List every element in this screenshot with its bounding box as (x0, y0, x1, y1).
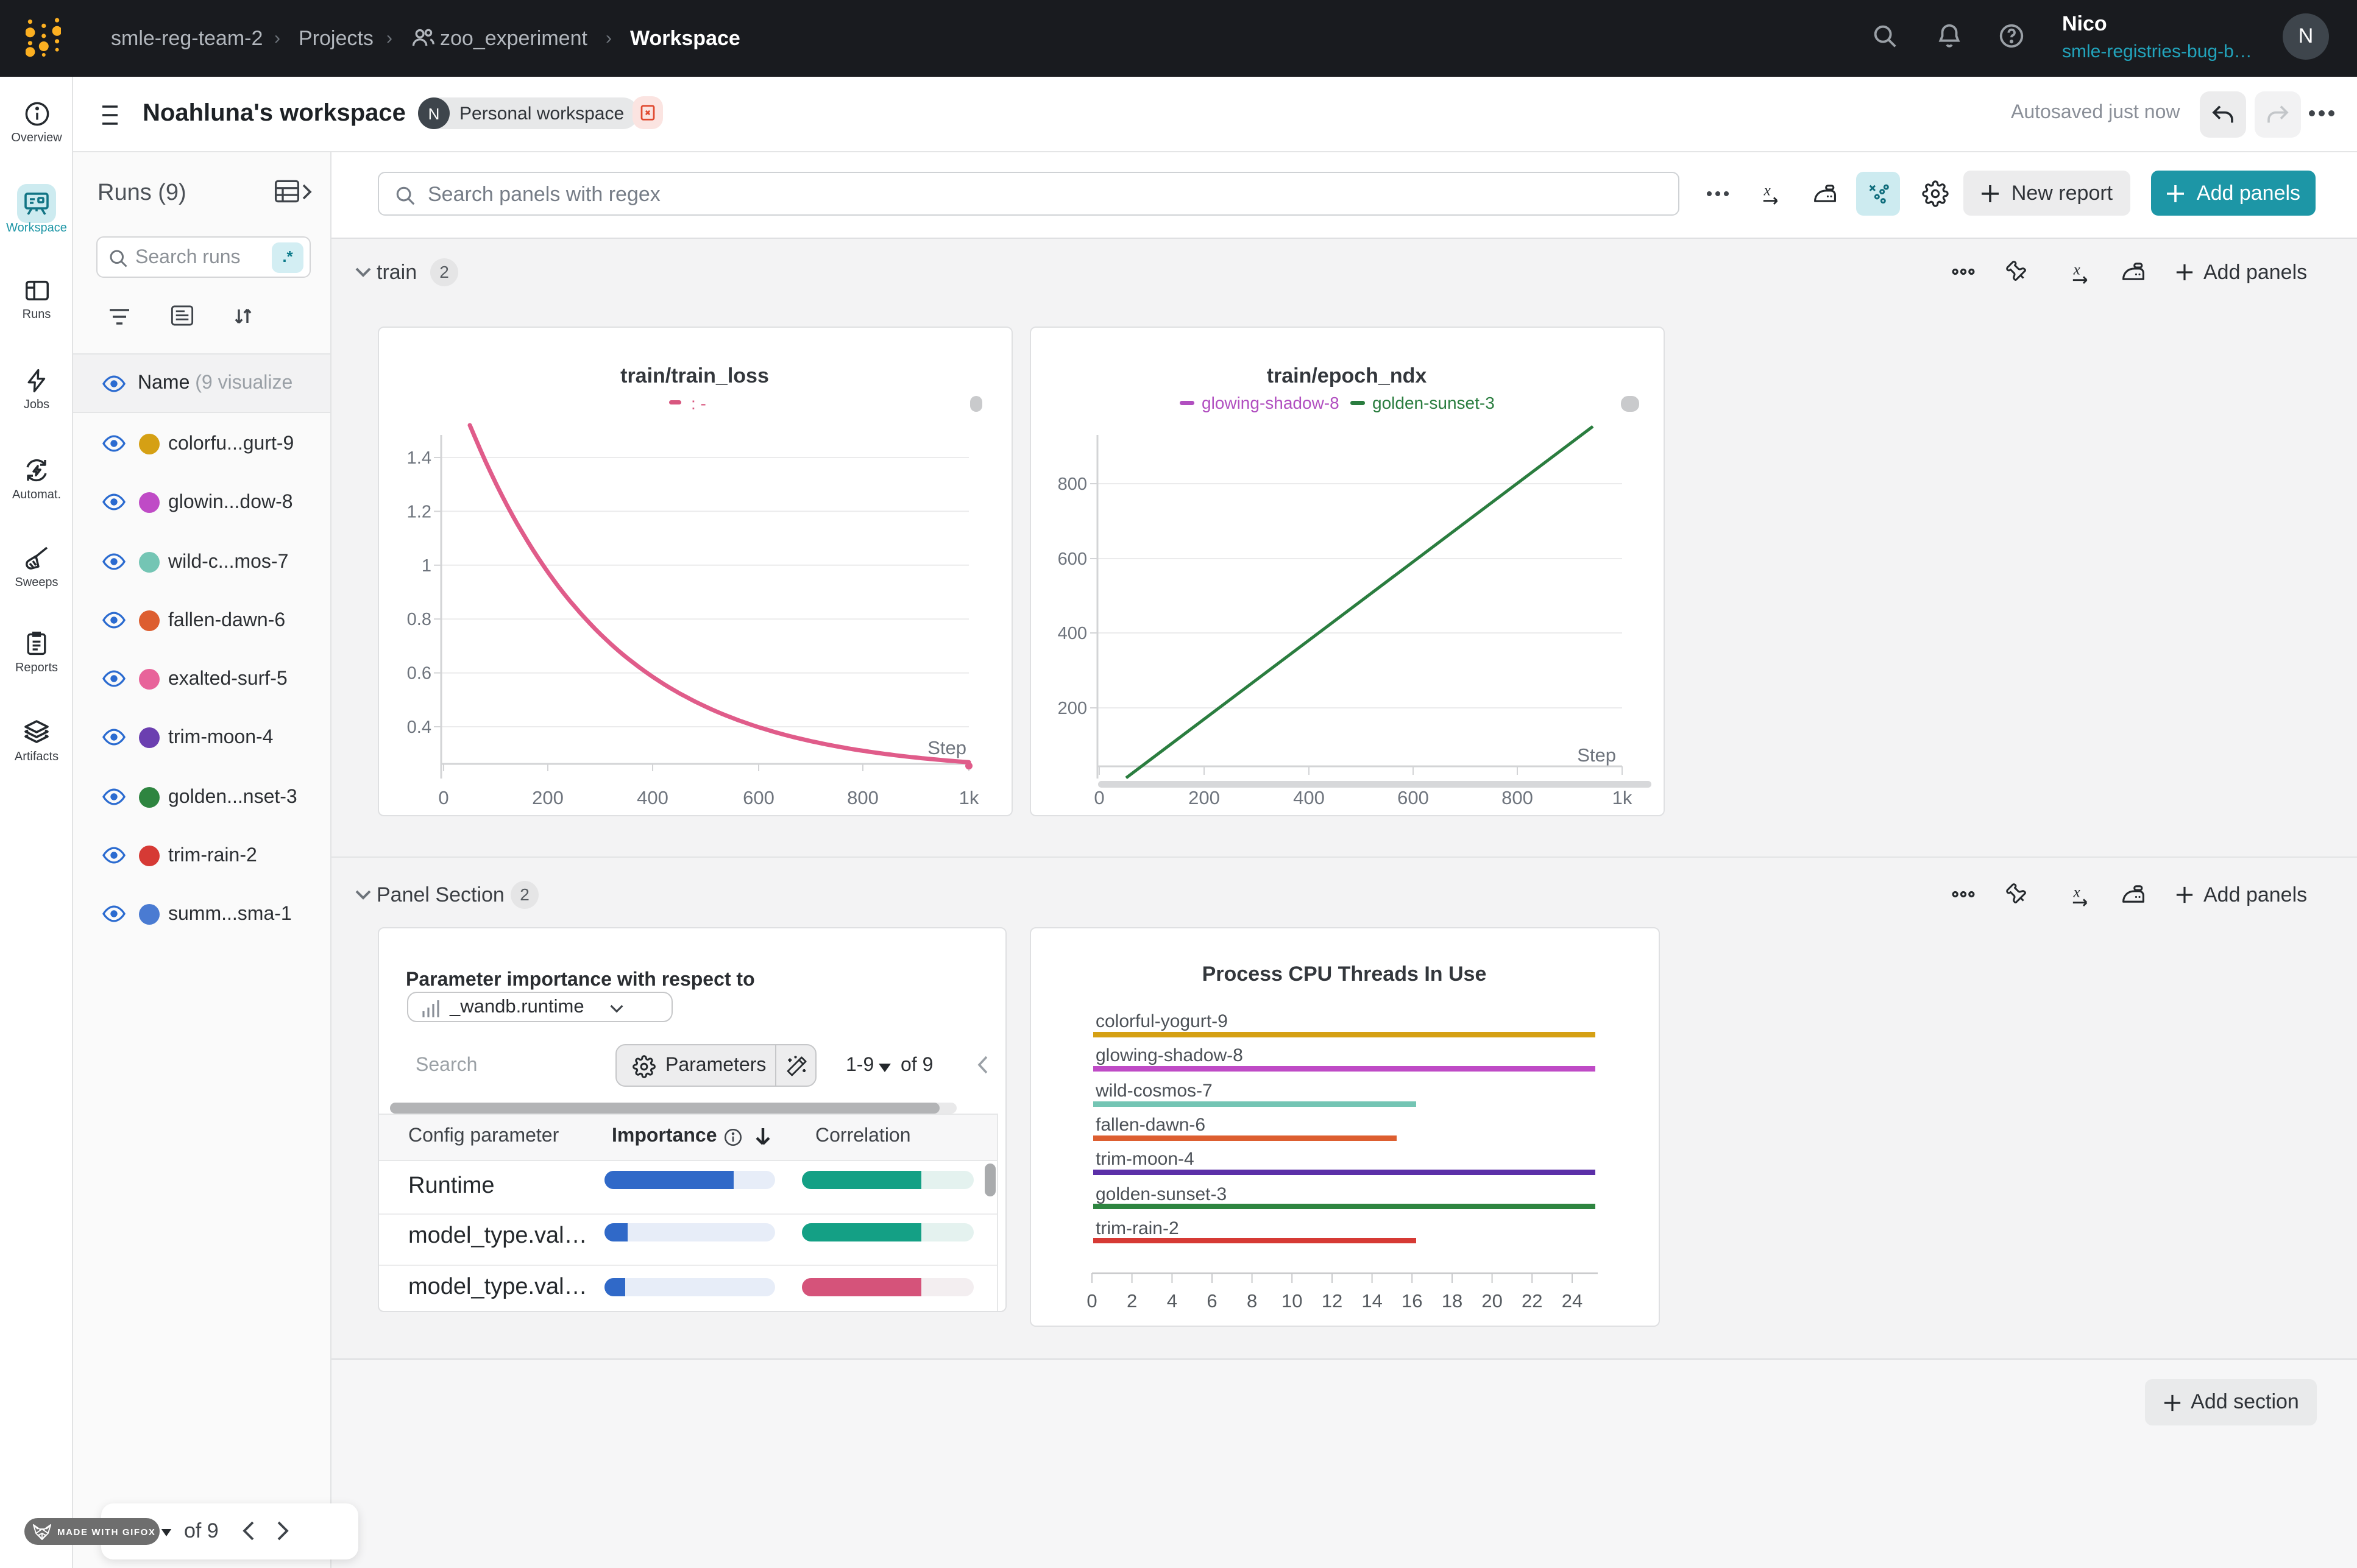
svg-text:10: 10 (1281, 1290, 1302, 1312)
svg-text:0: 0 (1094, 787, 1104, 808)
svg-text:8: 8 (1247, 1290, 1257, 1312)
svg-text:1k: 1k (1612, 787, 1632, 808)
svg-text:1.2: 1.2 (407, 502, 431, 521)
svg-text:Process CPU Threads In Use: Process CPU Threads In Use (1202, 962, 1487, 986)
svg-text:golden-sunset-3: golden-sunset-3 (1372, 394, 1495, 412)
svg-text:16: 16 (1402, 1290, 1422, 1312)
svg-text:train/epoch_ndx: train/epoch_ndx (1267, 364, 1427, 387)
svg-text:0.6: 0.6 (407, 664, 431, 683)
svg-text:20: 20 (1481, 1290, 1502, 1312)
svg-text:800: 800 (1058, 475, 1087, 494)
svg-text:4: 4 (1167, 1290, 1177, 1312)
svg-text:glowing-shadow-8: glowing-shadow-8 (1096, 1045, 1243, 1065)
svg-text:400: 400 (1293, 787, 1325, 808)
svg-text:Step: Step (1577, 744, 1616, 766)
svg-text:wild-cosmos-7: wild-cosmos-7 (1095, 1081, 1213, 1101)
svg-text:: -: : - (691, 394, 706, 413)
svg-text:400: 400 (1058, 624, 1087, 643)
svg-text:0.4: 0.4 (407, 718, 431, 737)
svg-text:Step: Step (927, 737, 966, 758)
svg-text:400: 400 (637, 787, 668, 808)
svg-text:x: x (2073, 885, 2080, 901)
svg-text:colorful-yogurt-9: colorful-yogurt-9 (1096, 1011, 1228, 1031)
svg-text:200: 200 (1188, 787, 1220, 808)
svg-text:600: 600 (1058, 549, 1087, 569)
svg-text:train/train_loss: train/train_loss (620, 364, 769, 387)
svg-text:glowing-shadow-8: glowing-shadow-8 (1202, 394, 1339, 412)
svg-text:800: 800 (847, 787, 879, 808)
svg-text:x: x (1763, 183, 1771, 199)
svg-text:18: 18 (1442, 1290, 1462, 1312)
svg-text:0.8: 0.8 (407, 610, 431, 629)
svg-text:6: 6 (1207, 1290, 1217, 1312)
svg-text:24: 24 (1562, 1290, 1583, 1312)
svg-text:fallen-dawn-6: fallen-dawn-6 (1096, 1115, 1205, 1135)
svg-text:12: 12 (1322, 1290, 1342, 1312)
svg-text:22: 22 (1522, 1290, 1542, 1312)
svg-text:600: 600 (1397, 787, 1429, 808)
svg-text:1.4: 1.4 (407, 448, 431, 468)
svg-text:2: 2 (1127, 1290, 1137, 1312)
svg-text:trim-moon-4: trim-moon-4 (1096, 1149, 1194, 1169)
svg-text:14: 14 (1361, 1290, 1382, 1312)
svg-text:1: 1 (422, 556, 431, 576)
svg-text:600: 600 (743, 787, 774, 808)
svg-text:x: x (2073, 262, 2080, 278)
svg-text:200: 200 (1058, 699, 1087, 718)
svg-text:200: 200 (532, 787, 564, 808)
svg-text:trim-rain-2: trim-rain-2 (1096, 1218, 1179, 1238)
svg-text:0: 0 (438, 787, 448, 808)
svg-text:1k: 1k (959, 787, 979, 808)
svg-text:golden-sunset-3: golden-sunset-3 (1096, 1184, 1227, 1204)
svg-text:0: 0 (1086, 1290, 1097, 1312)
svg-text:800: 800 (1501, 787, 1533, 808)
